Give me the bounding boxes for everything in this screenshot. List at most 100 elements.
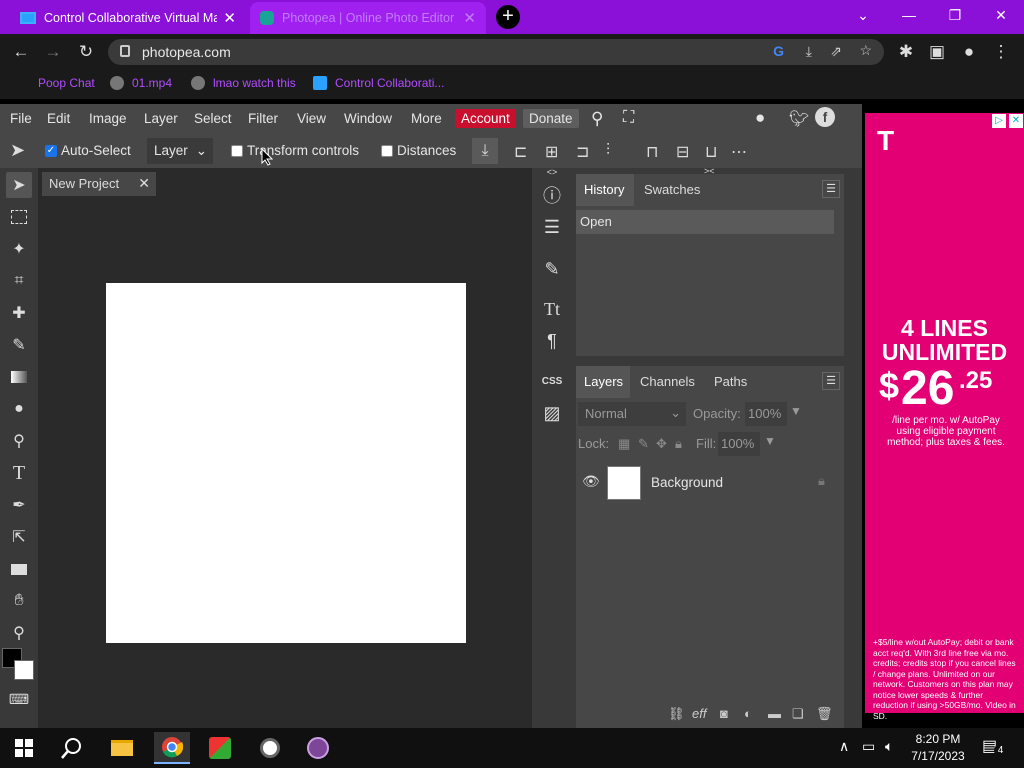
browser-tab-inactive[interactable]: Photopea | Online Photo Editor ✕	[250, 2, 486, 34]
eye-icon[interactable]: 👁︎	[582, 473, 600, 490]
forward-icon[interactable]: →	[42, 42, 64, 62]
pen-tool-icon[interactable]: ✒	[6, 492, 32, 518]
keyboard-icon[interactable]: ⌨	[6, 686, 32, 712]
tab-layers[interactable]: Layers	[578, 372, 629, 391]
auto-select-checkbox[interactable]: ✓	[45, 145, 57, 157]
menu-window[interactable]: Window	[339, 109, 397, 128]
magic-wand-icon[interactable]: ✦	[6, 236, 32, 262]
distribute-v-icon[interactable]: ⫶	[606, 142, 610, 160]
search-icon[interactable]	[54, 732, 90, 764]
lock-pixels-icon[interactable]: ✎	[638, 436, 649, 452]
adjustment-layer-icon[interactable]: ◐	[744, 706, 752, 721]
canvas[interactable]	[106, 283, 466, 643]
rectangle-tool-icon[interactable]	[6, 556, 32, 582]
panel-menu-icon[interactable]: ☰	[822, 180, 840, 198]
layer-row[interactable]: 👁︎ Background 🔒︎	[576, 462, 844, 504]
show-hidden-icons[interactable]: ∧	[839, 738, 849, 755]
bookmark-item[interactable]: lmao watch this	[191, 76, 296, 90]
network-icon[interactable]: ▭	[862, 738, 875, 755]
align-vcenter-icon[interactable]: ⊟	[676, 142, 689, 162]
menu-view[interactable]: View	[292, 109, 331, 128]
close-tab-icon[interactable]: ✕	[463, 9, 476, 27]
menu-file[interactable]: File	[5, 109, 37, 128]
dodge-tool-icon[interactable]: ⚲	[6, 428, 32, 454]
collapse-arrows-icon[interactable]: <>	[537, 166, 567, 178]
tmobile-ad[interactable]: ▷ ✕ T 4 LINES UNLIMITED $ 26 .25 /line p…	[865, 113, 1024, 721]
twitter-icon[interactable]: 🐦︎	[784, 107, 814, 131]
background-color-swatch[interactable]	[14, 660, 34, 680]
lock-position-icon[interactable]: ✥	[656, 436, 667, 452]
brush-tool-icon[interactable]: ✎	[6, 332, 32, 358]
install-icon[interactable]: ⤓	[806, 43, 812, 60]
healing-brush-icon[interactable]: ✚	[6, 300, 32, 326]
zoom-tool-icon[interactable]: ⚲	[6, 620, 32, 646]
layer-effects-button[interactable]: eff	[692, 706, 706, 721]
tab-swatches[interactable]: Swatches	[638, 180, 706, 199]
image-icon[interactable]: ▨	[537, 399, 567, 427]
volume-icon[interactable]: 🔈︎	[885, 738, 893, 755]
paragraph-icon[interactable]: ¶	[537, 327, 567, 355]
lock-transparency-icon[interactable]: ▦	[618, 436, 630, 452]
opacity-dropdown-icon[interactable]: ▼	[790, 404, 802, 418]
hand-tool-icon[interactable]: ✋︎	[6, 588, 32, 614]
reddit-icon[interactable]: ●	[750, 106, 770, 130]
menu-filter[interactable]: Filter	[243, 109, 283, 128]
lock-all-icon[interactable]: 🔒︎	[675, 436, 682, 452]
menu-more[interactable]: More	[406, 109, 447, 128]
facebook-icon[interactable]: f	[815, 107, 835, 127]
align-download-icon[interactable]: ⤓	[472, 138, 498, 164]
windows-start-icon[interactable]	[6, 732, 42, 764]
transform-controls-checkbox[interactable]	[231, 145, 243, 157]
new-layer-icon[interactable]: ❏	[792, 706, 804, 722]
back-icon[interactable]: ←	[10, 42, 32, 62]
path-select-icon[interactable]: ⇱	[6, 524, 32, 550]
align-bottom-icon[interactable]: ⊔	[705, 142, 717, 162]
crop-tool-icon[interactable]: ⌗	[6, 268, 32, 294]
align-top-icon[interactable]: ⊓	[646, 142, 658, 162]
tor-browser-icon[interactable]	[300, 732, 336, 764]
ad-choices-icon[interactable]: ▷	[992, 114, 1006, 128]
menu-layer[interactable]: Layer	[139, 109, 183, 128]
gradient-tool-icon[interactable]	[6, 364, 32, 390]
menu-edit[interactable]: Edit	[42, 109, 75, 128]
target-select[interactable]: Layer ⌄	[147, 138, 213, 164]
minimize-button[interactable]: —	[886, 0, 932, 30]
history-item[interactable]: Open	[576, 210, 834, 234]
blend-mode-select[interactable]: Normal ⌄	[578, 402, 686, 426]
close-document-icon[interactable]: ✕	[138, 175, 150, 192]
bookmark-item[interactable]: Poop Chat	[38, 76, 95, 90]
move-tool-icon[interactable]: ➤	[10, 140, 25, 161]
marquee-tool-icon[interactable]	[6, 204, 32, 230]
align-left-icon[interactable]: ⊏	[514, 142, 527, 162]
ad-close-icon[interactable]: ✕	[1009, 114, 1023, 128]
google-icon[interactable]: G	[773, 43, 784, 59]
file-explorer-icon[interactable]	[104, 732, 140, 764]
tab-history[interactable]: History	[578, 180, 630, 199]
move-tool-icon[interactable]: ➤	[6, 172, 32, 198]
url-input[interactable]: photopea.com G ⤓ ⇗ ☆	[108, 39, 884, 65]
sidepanel-icon[interactable]: ▣	[926, 42, 948, 62]
search-icon[interactable]: ⚲	[586, 107, 608, 131]
info-icon[interactable]: ⓘ	[537, 181, 567, 209]
extensions-icon[interactable]: ✱	[895, 42, 917, 62]
align-hcenter-icon[interactable]: ⊞	[545, 142, 558, 162]
document-tab[interactable]: New Project ✕	[42, 172, 156, 196]
css-panel-button[interactable]: CSS	[537, 367, 567, 395]
tab-search-icon[interactable]: ⌄	[840, 0, 886, 30]
delete-layer-icon[interactable]: 🗑︎	[816, 706, 833, 722]
account-button[interactable]: Account	[455, 109, 516, 128]
notification-center-icon[interactable]: ▤ 4	[982, 736, 1007, 757]
distribute-h-icon[interactable]: ⋯	[731, 142, 747, 162]
share-icon[interactable]: ⇗	[830, 43, 842, 60]
character-icon[interactable]: Tt	[537, 295, 567, 323]
blur-tool-icon[interactable]: ●	[6, 396, 32, 422]
distances-checkbox[interactable]	[381, 145, 393, 157]
align-right-icon[interactable]: ⊐	[576, 142, 589, 162]
restore-button[interactable]: ❐	[932, 0, 978, 30]
close-tab-icon[interactable]: ✕	[223, 9, 236, 27]
menu-select[interactable]: Select	[189, 109, 237, 128]
adjustments-icon[interactable]: ☰	[537, 213, 567, 241]
layer-mask-icon[interactable]: ◙	[720, 706, 728, 721]
app-icon[interactable]	[252, 732, 288, 764]
tab-paths[interactable]: Paths	[708, 372, 753, 391]
